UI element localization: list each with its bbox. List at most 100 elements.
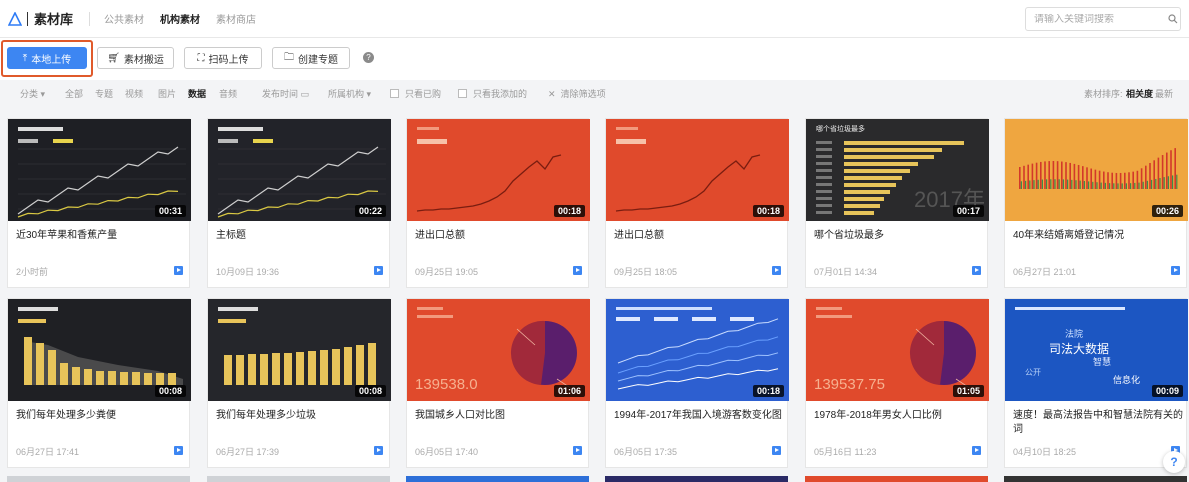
card-title[interactable]: 我们每年处理多少垃圾 [216, 409, 386, 423]
bar [1130, 183, 1132, 189]
filter-all[interactable]: 全部 [65, 87, 83, 100]
card-title[interactable]: 1978年-2018年男女人口比例 [814, 409, 984, 423]
card-title[interactable]: 主标题 [216, 229, 386, 243]
viewed-checkbox[interactable] [390, 89, 399, 98]
card-thumbnail[interactable]: 00:31 [8, 119, 191, 221]
card-date: 05月16日 11:23 [814, 447, 877, 457]
card-thumbnail[interactable]: 00:22 [208, 119, 391, 221]
bar [320, 350, 328, 385]
upload-button[interactable]: ⤒ 本地上传 [7, 47, 87, 69]
material-card[interactable]: 139538.0 01:06 我国城乡人口对比图 06月05日 17:40 [406, 298, 590, 468]
floating-help-button[interactable]: ? [1163, 451, 1185, 473]
material-card[interactable]: 00:18 1994年-2017年我国入境游客数变化图 06月05日 17:35 [605, 298, 789, 468]
bar [72, 367, 80, 385]
search-input[interactable] [1026, 13, 1166, 25]
create-topic-button[interactable]: 🗀 创建专题 [272, 47, 350, 69]
bar [1061, 161, 1063, 189]
scan-upload-button[interactable]: ⛶ 扫码上传 [184, 47, 262, 69]
duration-badge: 00:31 [154, 205, 186, 217]
filter-audio[interactable]: 音频 [219, 87, 237, 100]
nav-store[interactable]: 素材商店 [216, 11, 256, 26]
sort-relevance[interactable]: 相关度 [1126, 87, 1153, 100]
bar [844, 169, 910, 173]
duration-badge: 00:22 [354, 205, 386, 217]
card-title[interactable]: 哪个省垃圾最多 [814, 229, 984, 243]
card-thumbnail[interactable]: 哪个省垃圾最多 2017年 00:17 [806, 119, 989, 221]
bar [1071, 179, 1073, 189]
big-number: 139538.0 [415, 376, 478, 393]
bar [48, 350, 56, 385]
card-title[interactable]: 我国城乡人口对比图 [415, 409, 585, 423]
bar [1094, 169, 1097, 189]
filter-org[interactable]: 所属机构 ▾ [328, 87, 371, 100]
filter-viewed[interactable]: 只看已购 [390, 87, 441, 100]
filter-topic[interactable]: 专题 [95, 87, 113, 100]
material-card[interactable]: 法院 司法大数据 智慧 公开 信息化 00:09 速度！最高法报告中和智慧法院有关的词 04月… [1004, 298, 1188, 468]
card-thumbnail[interactable]: 00:08 [8, 299, 191, 401]
filter-publish-time[interactable]: 发布时间 ▭ [262, 87, 309, 100]
filter-category[interactable]: 分类 ▾ [20, 87, 45, 100]
bar [1138, 182, 1140, 189]
filter-data[interactable]: 数据 [188, 87, 206, 100]
filter-image[interactable]: 图片 [158, 87, 176, 100]
card-thumbnail[interactable]: 00:26 [1005, 119, 1188, 221]
bar [1062, 179, 1064, 189]
material-card[interactable]: 哪个省垃圾最多 2017年 00:17 哪个省垃圾最多 07月01日 14:34 [805, 118, 989, 288]
help-icon[interactable]: ? [363, 52, 374, 63]
bar [1075, 180, 1077, 189]
search-icon[interactable] [1166, 8, 1180, 30]
card-title[interactable]: 进出口总额 [415, 229, 585, 243]
material-card[interactable]: 00:31 近30年苹果和香蕉产量 2小时前 [7, 118, 191, 288]
bar [1119, 172, 1122, 189]
logo[interactable]: 素材库 [8, 9, 73, 28]
duration-badge: 00:09 [1151, 385, 1183, 397]
filter-mine[interactable]: 只看我添加的 [458, 87, 527, 100]
card-title[interactable]: 近30年苹果和香蕉产量 [16, 229, 186, 243]
bar [1031, 163, 1034, 189]
material-card[interactable]: 00:26 40年来结婚离婚登记情况 06月27日 21:01 [1004, 118, 1188, 288]
bar [844, 176, 902, 180]
bar [1103, 171, 1105, 189]
card-thumbnail[interactable]: 00:18 [407, 119, 590, 221]
material-card[interactable]: 00:22 主标题 10月09日 19:36 [207, 118, 391, 288]
bar [1083, 181, 1085, 189]
card-thumbnail[interactable]: 00:18 [606, 299, 789, 401]
bar [1121, 183, 1123, 189]
card-date: 09月25日 18:05 [614, 267, 678, 277]
nav-public[interactable]: 公共素材 [104, 11, 144, 26]
card-title[interactable]: 进出口总额 [614, 229, 784, 243]
material-card[interactable]: 00:18 进出口总额 09月25日 19:05 [406, 118, 590, 288]
bar [1109, 183, 1111, 189]
bar [1073, 163, 1076, 189]
card-title[interactable]: 40年来结婚离婚登记情况 [1013, 229, 1183, 243]
bar [1128, 172, 1130, 189]
card-title[interactable]: 速度！最高法报告中和智慧法院有关的词 [1013, 409, 1183, 437]
duration-badge: 00:18 [752, 385, 784, 397]
bar [260, 354, 268, 385]
material-card[interactable]: 00:08 我们每年处理多少垃圾 06月27日 17:39 [207, 298, 391, 468]
sort-label: 素材排序: [1084, 89, 1123, 99]
nav-org[interactable]: 机构素材 [160, 11, 200, 26]
card-thumbnail[interactable]: 00:08 [208, 299, 391, 401]
bar [1100, 182, 1102, 189]
card-thumbnail[interactable]: 法院 司法大数据 智慧 公开 信息化 00:09 [1005, 299, 1188, 401]
video-type-icon [374, 266, 383, 275]
card-thumbnail[interactable]: 139537.75 01:05 [806, 299, 989, 401]
card-thumbnail[interactable]: 00:18 [606, 119, 789, 221]
material-card[interactable]: 139537.75 01:05 1978年-2018年男女人口比例 05月16日 11… [805, 298, 989, 468]
bar [120, 372, 128, 385]
bar [1086, 167, 1088, 189]
card-title[interactable]: 1994年-2017年我国入境游客数变化图 [614, 409, 784, 423]
card-date: 09月25日 19:05 [415, 267, 479, 277]
card-title[interactable]: 我们每年处理多少粪便 [16, 409, 186, 423]
sort-latest[interactable]: 最新 [1155, 87, 1173, 100]
material-card[interactable]: 00:18 进出口总额 09月25日 18:05 [605, 118, 789, 288]
move-button[interactable]: 🛒︎ 素材搬运 [97, 47, 174, 69]
card-thumbnail[interactable]: 139538.0 01:06 [407, 299, 590, 401]
card-date: 07月01日 14:34 [814, 267, 878, 277]
mine-checkbox[interactable] [458, 89, 467, 98]
card-date: 06月05日 17:40 [415, 447, 479, 457]
clear-filters[interactable]: ✕ 清除筛选项 [548, 87, 606, 100]
filter-video[interactable]: 视频 [125, 87, 143, 100]
material-card[interactable]: 00:08 我们每年处理多少粪便 06月27日 17:41 [7, 298, 191, 468]
